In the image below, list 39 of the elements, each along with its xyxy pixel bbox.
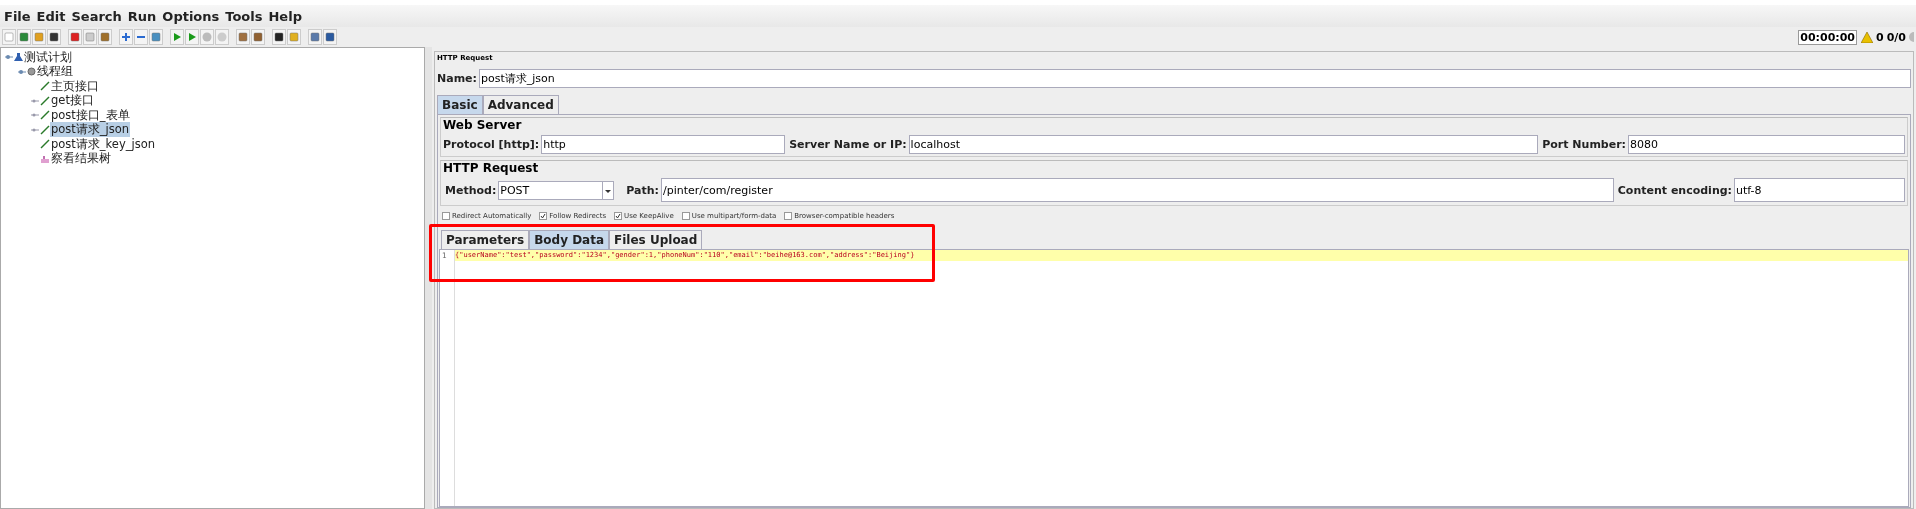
server-field[interactable]: localhost xyxy=(908,134,1539,154)
encoding-field[interactable]: utf-8 xyxy=(1734,178,1905,202)
menu-item[interactable]: Help xyxy=(268,8,302,24)
tree-item[interactable]: post请求_json xyxy=(50,122,131,138)
group-title: Web Server xyxy=(443,118,523,134)
warning-count: 0 xyxy=(1876,30,1884,44)
tab[interactable]: Parameters xyxy=(441,230,530,249)
field-label: Port Number: xyxy=(1542,137,1627,151)
tab[interactable]: Files Upload xyxy=(609,230,703,249)
menu-item[interactable]: Tools xyxy=(225,8,263,24)
field-label: Content encoding: xyxy=(1617,183,1732,197)
group-title: HTTP Request xyxy=(443,161,540,177)
protocol-field[interactable]: http xyxy=(541,134,786,154)
tree-item[interactable]: 察看结果树 xyxy=(50,151,112,167)
tab[interactable]: Advanced xyxy=(482,95,559,114)
field-label: Name: xyxy=(437,71,477,85)
tree-item[interactable]: get接口 xyxy=(50,93,95,109)
tab[interactable]: Body Data xyxy=(529,230,610,249)
menu-item[interactable]: Search xyxy=(71,8,122,24)
timer-display: 00:00:00 xyxy=(1798,29,1857,45)
menu-item[interactable]: Edit xyxy=(36,8,66,24)
field-label: Path: xyxy=(626,183,659,197)
thread-count: 0/0 xyxy=(1886,30,1906,44)
tree-item[interactable]: 主页接口 xyxy=(50,78,100,94)
tree-item[interactable]: post请求_key_json xyxy=(50,136,156,152)
method-dropdown[interactable]: POST xyxy=(498,180,615,200)
tab[interactable]: Basic xyxy=(437,95,483,114)
menu-item[interactable]: Options xyxy=(162,8,220,24)
field-label: Method: xyxy=(445,183,497,197)
menu-item[interactable]: File xyxy=(4,8,31,24)
tree-item[interactable]: 线程组 xyxy=(36,64,74,80)
tree-item[interactable]: post接口_表单 xyxy=(50,107,131,123)
field-label: Server Name or IP: xyxy=(789,137,907,151)
path-field[interactable]: /pinter/com/register xyxy=(661,178,1614,202)
name-field[interactable]: post请求_json xyxy=(478,68,1911,88)
tree-item[interactable]: 测试计划 xyxy=(23,49,73,65)
menu-item[interactable]: Run xyxy=(127,8,157,24)
field-label: Protocol [http]: xyxy=(443,137,540,151)
port-field[interactable]: 8080 xyxy=(1628,134,1905,154)
